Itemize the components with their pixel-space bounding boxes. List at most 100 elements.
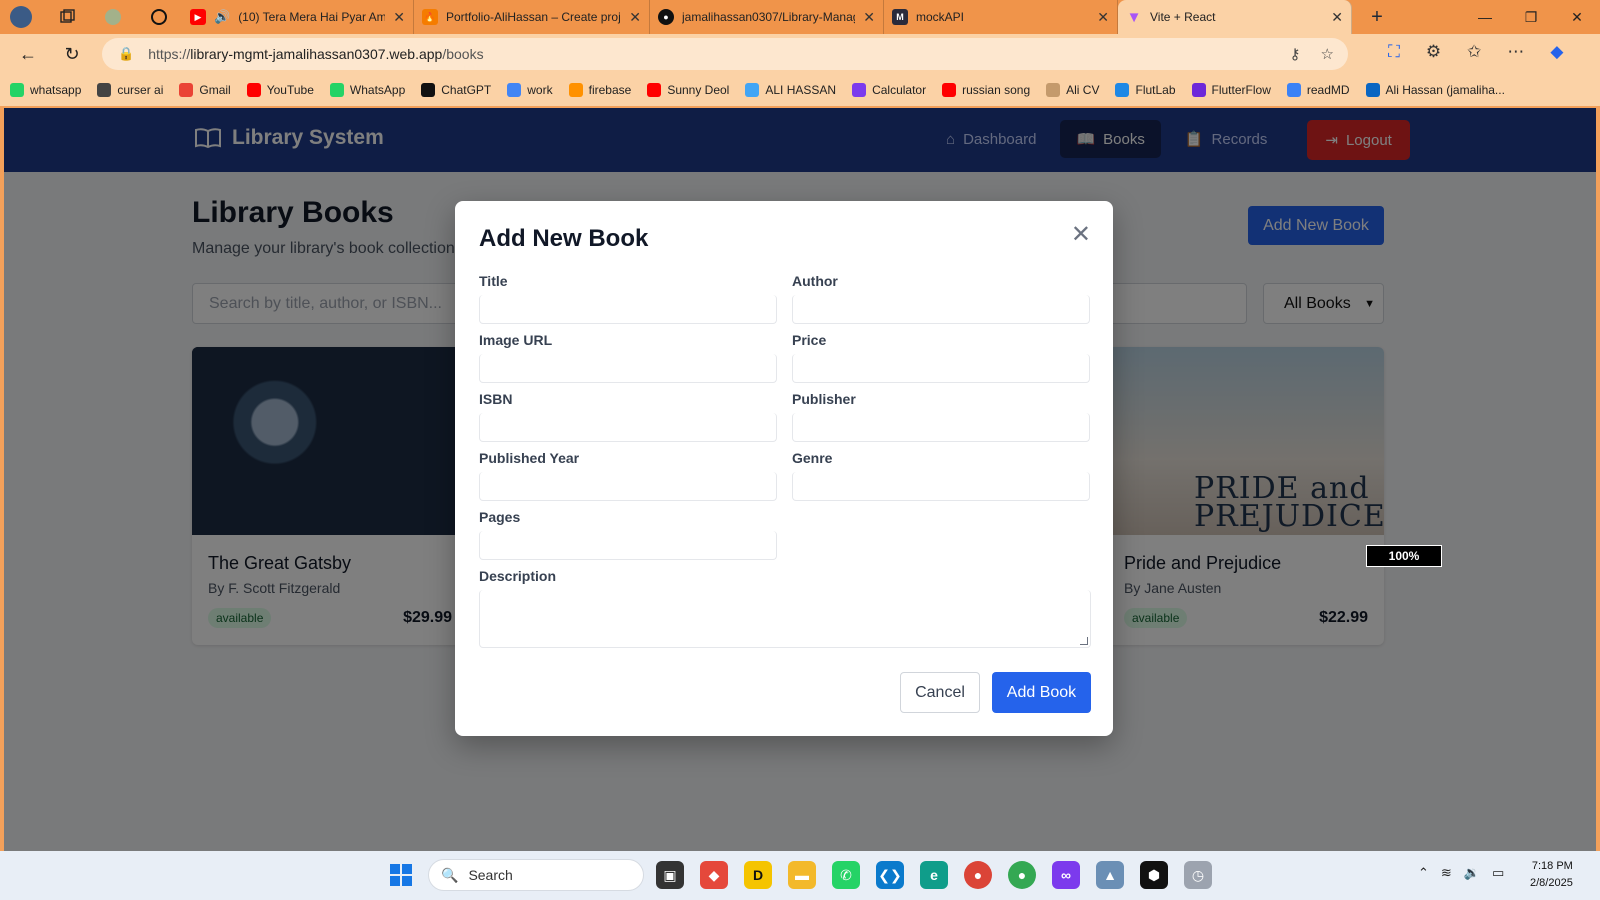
close-tab-icon[interactable]: ✕ xyxy=(393,9,405,26)
bookmark-item[interactable]: ChatGPT xyxy=(421,83,491,97)
close-tab-icon[interactable]: ✕ xyxy=(1097,9,1109,26)
bookmark-item[interactable]: Sunny Deol xyxy=(647,83,729,97)
tab-firebase[interactable]: 🔥 Portfolio-AliHassan – Create proje ✕ xyxy=(414,0,650,34)
translate-icon[interactable]: ⛶ xyxy=(1388,42,1400,62)
bookmark-label: Calculator xyxy=(872,83,927,97)
taskbar-apps: ▣ ◆ D ▬ ✆ ❮❯ e ● ● ∞ ▲ ⬢ ◷ xyxy=(656,861,1212,889)
bookmark-label: Ali Hassan (jamaliha... xyxy=(1385,83,1505,97)
address-bar-row: ← ↻ 🔒 https://library-mgmt-jamalihassan0… xyxy=(0,34,1600,74)
url-field[interactable]: 🔒 https://library-mgmt-jamalihassan0307.… xyxy=(102,38,1348,70)
edge-icon[interactable]: e xyxy=(920,861,948,889)
modal-title: Add New Book xyxy=(479,225,649,252)
battery-icon[interactable]: ▭ xyxy=(1492,865,1504,881)
key-icon[interactable]: ⚷ xyxy=(1290,45,1301,63)
add-book-button[interactable]: Add Book xyxy=(992,672,1091,713)
extensions-icon[interactable]: ⚙ xyxy=(1426,42,1441,62)
resize-handle-icon[interactable] xyxy=(1080,637,1088,645)
minimize-icon[interactable]: — xyxy=(1462,0,1508,34)
bookmark-item[interactable]: work xyxy=(507,83,553,97)
chrome-icon[interactable]: ● xyxy=(964,861,992,889)
tab-youtube[interactable]: ▶ 🔊 (10) Tera Mera Hai Pyar Ama ✕ xyxy=(182,0,414,34)
chat-app-icon[interactable]: D xyxy=(744,861,772,889)
bookmark-label: ChatGPT xyxy=(441,83,492,97)
task-view-icon[interactable]: ▣ xyxy=(656,861,684,889)
restore-icon[interactable]: ❐ xyxy=(1508,0,1554,34)
genre-input[interactable] xyxy=(792,472,1090,501)
new-tab-button[interactable]: + xyxy=(1362,0,1392,34)
cancel-button[interactable]: Cancel xyxy=(900,672,980,713)
bookmark-item[interactable]: YouTube xyxy=(246,83,314,97)
close-icon[interactable]: ✕ xyxy=(1071,223,1091,247)
published-year-input[interactable] xyxy=(479,472,777,501)
close-window-icon[interactable]: ✕ xyxy=(1554,0,1600,34)
bookmark-favicon-icon xyxy=(1286,83,1301,97)
tab-mockapi[interactable]: M mockAPI ✕ xyxy=(884,0,1118,34)
bookmark-item[interactable]: Ali Hassan (jamaliha... xyxy=(1365,83,1505,97)
tab-title: Portfolio-AliHassan – Create proje xyxy=(446,10,622,24)
field-label: ISBN xyxy=(479,391,513,407)
bookmark-item[interactable]: Calculator xyxy=(852,83,926,97)
reload-icon[interactable]: ↻ xyxy=(50,34,94,74)
image-url-field: Image URL xyxy=(479,332,777,383)
close-tab-icon[interactable]: ✕ xyxy=(863,9,875,26)
bookmark-label: firebase xyxy=(588,83,632,97)
description-field: Description xyxy=(479,568,1091,648)
bookmark-item[interactable]: russian song xyxy=(942,83,1030,97)
volume-icon[interactable]: 🔉 xyxy=(1464,865,1480,881)
more-menu-icon[interactable]: ⋯ xyxy=(1507,42,1524,62)
vscode-icon[interactable]: ❮❯ xyxy=(876,861,904,889)
system-clock[interactable]: 7:18 PM 2/8/2025 xyxy=(1530,858,1573,892)
favorites-icon[interactable]: ✩ xyxy=(1467,42,1481,62)
bookmark-item[interactable]: whatsapp xyxy=(10,83,81,97)
bookmark-item[interactable]: Gmail xyxy=(179,83,231,97)
title-field: Title xyxy=(479,273,777,324)
favorite-star-icon[interactable]: ☆ xyxy=(1321,45,1334,63)
bookmark-item[interactable]: WhatsApp xyxy=(329,83,405,97)
pinned-chatgpt-tab-icon[interactable] xyxy=(144,0,174,34)
firebase-icon: 🔥 xyxy=(422,9,438,25)
url-host: library-mgmt-jamalihassan0307.web.app xyxy=(190,46,443,62)
pages-input[interactable] xyxy=(479,531,777,560)
bookmark-item[interactable]: firebase xyxy=(568,83,632,97)
pinned-tab-icon[interactable] xyxy=(98,0,128,34)
close-tab-icon[interactable]: ✕ xyxy=(1331,9,1343,26)
tab-vite-react[interactable]: ▼ Vite + React ✕ xyxy=(1118,0,1352,34)
back-arrow-icon[interactable]: ← xyxy=(6,34,50,74)
workspaces-icon[interactable] xyxy=(52,0,82,34)
bookmark-favicon-icon xyxy=(1365,83,1380,97)
profile-avatar[interactable] xyxy=(6,0,36,34)
bookmark-item[interactable]: Ali CV xyxy=(1046,83,1099,97)
wifi-icon[interactable]: ≋ xyxy=(1441,865,1452,881)
publisher-input[interactable] xyxy=(792,413,1090,442)
close-tab-icon[interactable]: ✕ xyxy=(629,9,641,26)
clock-app-icon[interactable]: ◷ xyxy=(1184,861,1212,889)
windows-start-icon[interactable] xyxy=(390,864,412,886)
field-label: Publisher xyxy=(792,391,856,407)
title-input[interactable] xyxy=(479,295,777,324)
anydesk-icon[interactable]: ◆ xyxy=(700,861,728,889)
author-input[interactable] xyxy=(792,295,1090,324)
bookmark-item[interactable]: FlutterFlow xyxy=(1191,83,1271,97)
bookmark-favicon-icon xyxy=(745,83,760,97)
price-input[interactable] xyxy=(792,354,1090,383)
copilot-icon[interactable]: ◆ xyxy=(1550,42,1563,62)
isbn-input[interactable] xyxy=(479,413,777,442)
whatsapp-icon[interactable]: ✆ xyxy=(832,861,860,889)
tab-github[interactable]: ● jamalihassan0307/Library-Manag ✕ xyxy=(650,0,884,34)
bookmark-item[interactable]: FlutLab xyxy=(1115,83,1176,97)
lock-icon[interactable]: 🔒 xyxy=(118,46,134,62)
image-url-input[interactable] xyxy=(479,354,777,383)
bookmark-item[interactable]: readMD xyxy=(1286,83,1350,97)
chevron-up-icon[interactable]: ⌃ xyxy=(1418,865,1429,881)
file-explorer-icon[interactable]: ▬ xyxy=(788,861,816,889)
bookmark-favicon-icon xyxy=(942,83,957,97)
bookmark-item[interactable]: ALI HASSAN xyxy=(745,83,836,97)
chrome-dev-icon[interactable]: ● xyxy=(1008,861,1036,889)
bookmark-item[interactable]: curser ai xyxy=(97,83,163,97)
visual-studio-icon[interactable]: ∞ xyxy=(1052,861,1080,889)
speaker-icon[interactable]: 🔊 xyxy=(214,9,230,25)
cursor-app-icon[interactable]: ⬢ xyxy=(1140,861,1168,889)
resource-monitor-icon[interactable]: ▲ xyxy=(1096,861,1124,889)
description-textarea[interactable] xyxy=(479,590,1091,648)
taskbar-search[interactable]: 🔍 Search xyxy=(428,859,644,891)
